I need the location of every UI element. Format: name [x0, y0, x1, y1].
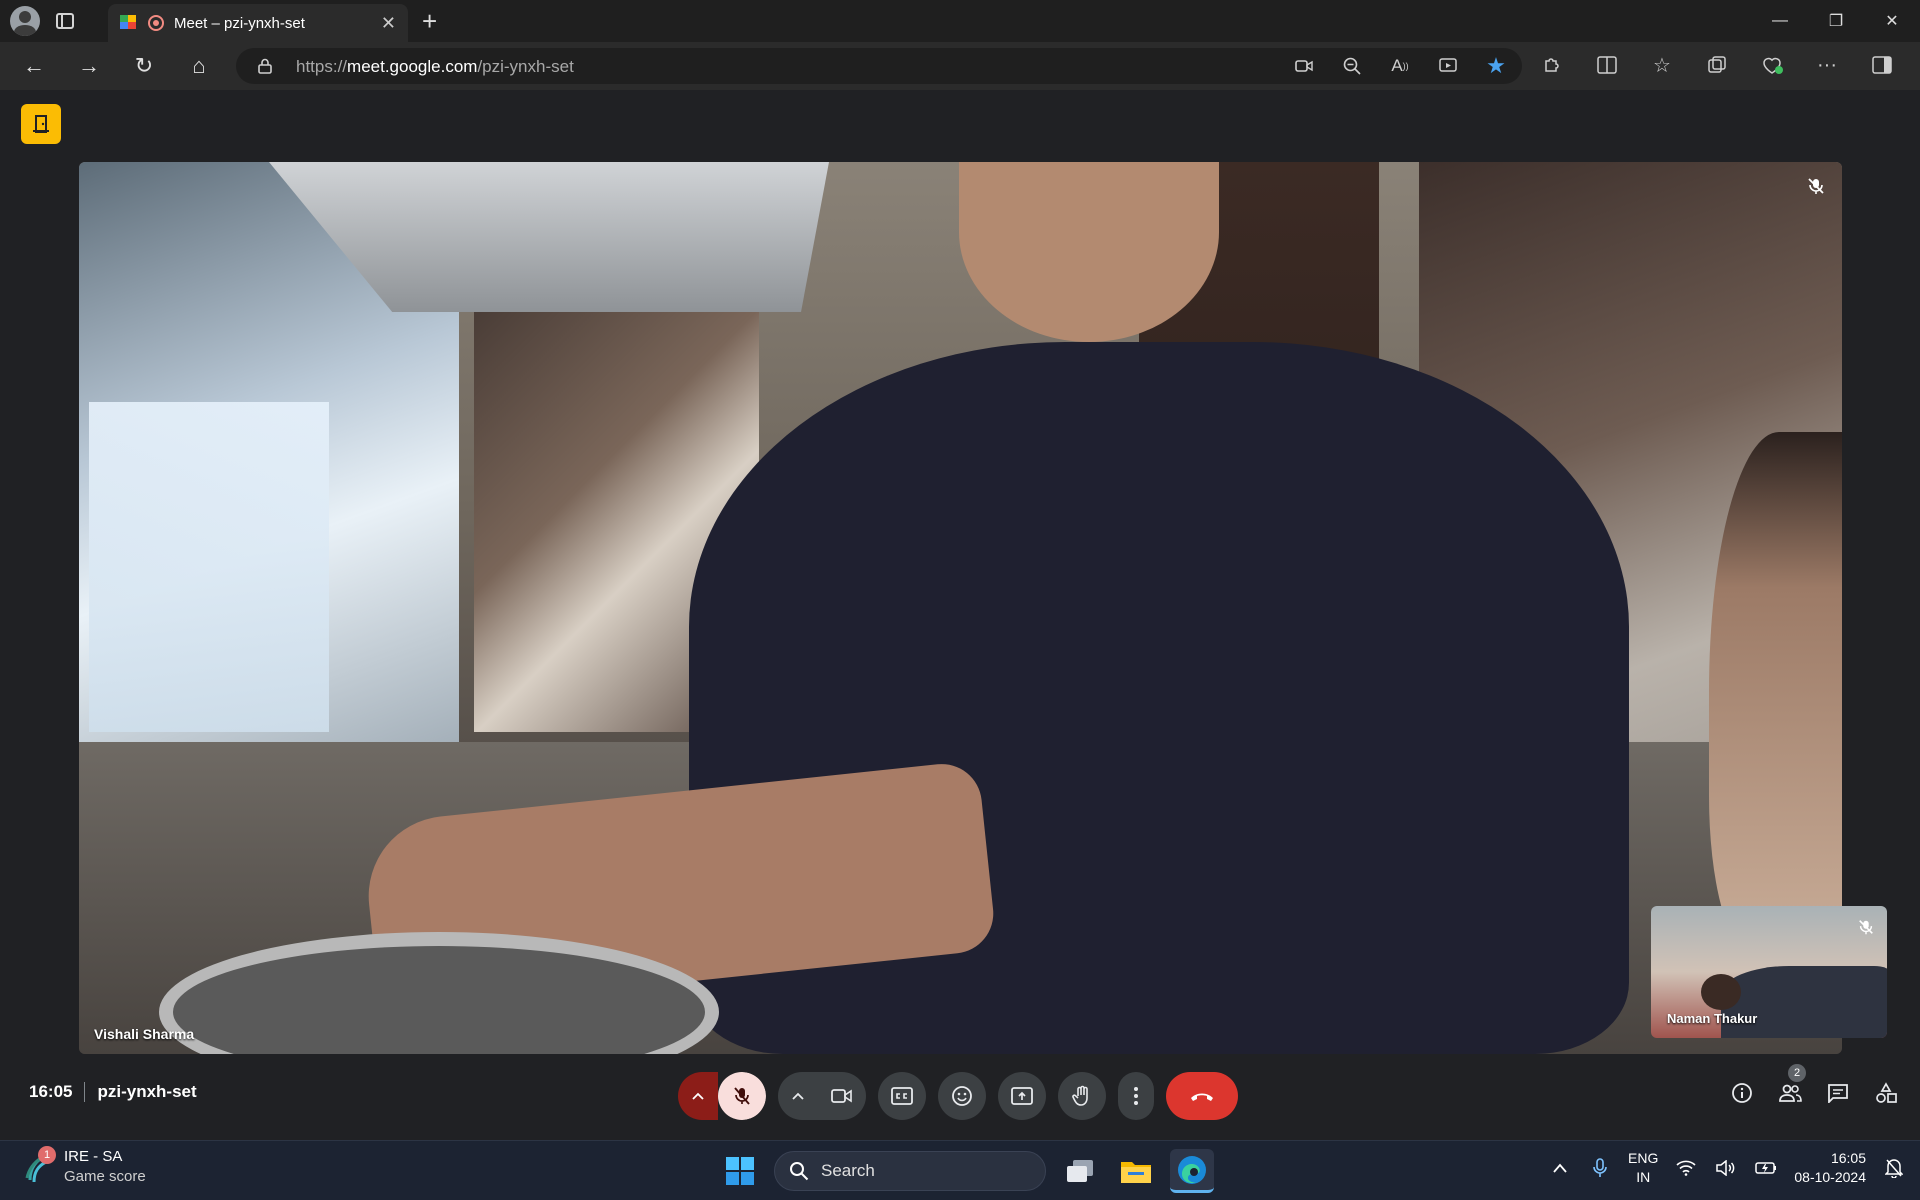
- people-icon[interactable]: 2: [1778, 1064, 1806, 1104]
- profile-avatar-icon[interactable]: [10, 6, 40, 36]
- meeting-info-icon[interactable]: [1730, 1082, 1754, 1104]
- task-view-icon[interactable]: [1058, 1149, 1102, 1193]
- start-windows-icon[interactable]: [718, 1149, 762, 1193]
- extensions-icon[interactable]: [1540, 54, 1564, 76]
- refresh-icon[interactable]: ↻: [128, 50, 160, 82]
- new-tab-icon[interactable]: +: [422, 6, 437, 36]
- camera-button[interactable]: [818, 1072, 866, 1120]
- widget-notification-badge: 1: [38, 1146, 56, 1164]
- browser-titlebar: Meet – pzi-ynxh-set ✕ + — ❐ ✕: [0, 0, 1920, 42]
- chat-icon[interactable]: [1826, 1082, 1850, 1104]
- system-clock[interactable]: 16:05 08-10-2024: [1794, 1149, 1866, 1187]
- windows-taskbar: 1 IRE - SA Game score Search ENG IN 16:0…: [0, 1140, 1920, 1200]
- tab-close-icon[interactable]: ✕: [381, 13, 396, 34]
- sidebar-toggle-icon[interactable]: [1870, 54, 1894, 76]
- widgets-game-score[interactable]: 1 IRE - SA Game score: [24, 1146, 146, 1187]
- search-label: Search: [821, 1161, 875, 1180]
- cricket-widget-icon: 1: [24, 1146, 56, 1184]
- participant-muted-icon: [1808, 178, 1824, 194]
- forward-arrow-icon[interactable]: →: [73, 50, 105, 82]
- tab-actions-icon[interactable]: [56, 13, 74, 29]
- show-hidden-icons-chevron[interactable]: [1548, 1157, 1572, 1179]
- browser-tab-meet[interactable]: Meet – pzi-ynxh-set ✕: [108, 4, 408, 42]
- present-screen-button[interactable]: [998, 1072, 1046, 1120]
- divider: [84, 1082, 86, 1102]
- video-settings-chevron-icon[interactable]: [778, 1072, 818, 1120]
- emoji-reaction-button[interactable]: [938, 1072, 986, 1120]
- tab-title: Meet – pzi-ynxh-set: [174, 14, 305, 32]
- browser-toolbar: ← → ↻ ⌂ https://meet.google.com/pzi-ynxh…: [0, 42, 1920, 90]
- leave-call-button[interactable]: [1166, 1072, 1238, 1120]
- app-available-icon[interactable]: [1436, 55, 1460, 77]
- volume-icon[interactable]: [1714, 1157, 1738, 1179]
- google-meet-favicon-icon: [120, 15, 138, 31]
- collections-icon[interactable]: [1705, 54, 1729, 76]
- self-view-name: Naman Thakur: [1667, 1011, 1758, 1026]
- lock-icon[interactable]: [258, 58, 272, 74]
- meet-control-bar: 16:05 pzi-ynxh-set 2: [8, 1056, 1912, 1136]
- file-explorer-icon[interactable]: [1114, 1149, 1158, 1193]
- main-participant-video[interactable]: Vishali Sharma: [79, 162, 1842, 1054]
- more-options-button[interactable]: [1118, 1072, 1154, 1120]
- microphone-tray-icon[interactable]: [1588, 1157, 1612, 1179]
- mic-off-button[interactable]: [718, 1072, 766, 1120]
- camera-in-use-icon[interactable]: [1292, 55, 1316, 77]
- zoom-out-icon[interactable]: [1340, 55, 1364, 77]
- activities-icon[interactable]: [1874, 1082, 1898, 1104]
- widget-title: IRE - SA: [64, 1148, 123, 1165]
- edge-browser-icon[interactable]: [1170, 1149, 1214, 1193]
- settings-more-icon[interactable]: ···: [1815, 54, 1839, 76]
- microphone-control: [678, 1072, 766, 1120]
- captions-button[interactable]: [878, 1072, 926, 1120]
- meeting-time: 16:05: [29, 1082, 73, 1101]
- favorite-star-icon[interactable]: ★: [1484, 53, 1508, 78]
- language-indicator[interactable]: ENG IN: [1628, 1149, 1658, 1187]
- self-view-video[interactable]: Naman Thakur: [1651, 906, 1887, 1038]
- url-text[interactable]: https://meet.google.com/pzi-ynxh-set: [296, 57, 574, 77]
- main-participant-name: Vishali Sharma: [94, 1026, 195, 1042]
- camera-control: [778, 1072, 866, 1120]
- notifications-bell-icon[interactable]: [1882, 1157, 1906, 1179]
- back-arrow-icon[interactable]: ←: [18, 50, 50, 82]
- browser-essentials-icon[interactable]: [1760, 54, 1784, 76]
- restore-icon[interactable]: ❐: [1808, 0, 1864, 42]
- address-bar[interactable]: https://meet.google.com/pzi-ynxh-set A))…: [236, 48, 1522, 84]
- favorites-icon[interactable]: ☆: [1650, 54, 1674, 77]
- raise-hand-button[interactable]: [1058, 1072, 1106, 1120]
- audio-settings-chevron-icon[interactable]: [678, 1072, 718, 1120]
- widget-subtitle: Game score: [64, 1168, 146, 1185]
- split-screen-icon[interactable]: [1595, 54, 1619, 76]
- minimize-icon[interactable]: —: [1752, 0, 1808, 42]
- meeting-details-door-icon[interactable]: [21, 104, 61, 144]
- close-window-icon[interactable]: ✕: [1864, 0, 1920, 42]
- participant-count-badge: 2: [1788, 1064, 1806, 1082]
- meet-call-area: Vishali Sharma Naman Thakur 16:05 pzi-yn…: [8, 90, 1912, 1136]
- search-icon: [790, 1162, 809, 1181]
- home-icon[interactable]: ⌂: [183, 50, 215, 82]
- read-aloud-icon[interactable]: A)): [1388, 55, 1412, 77]
- taskbar-search[interactable]: Search: [774, 1151, 1046, 1191]
- recording-indicator-icon: [148, 15, 164, 31]
- self-muted-icon: [1859, 920, 1873, 935]
- battery-icon[interactable]: [1754, 1157, 1778, 1179]
- meeting-code: pzi-ynxh-set: [97, 1082, 197, 1101]
- wifi-icon[interactable]: [1674, 1157, 1698, 1179]
